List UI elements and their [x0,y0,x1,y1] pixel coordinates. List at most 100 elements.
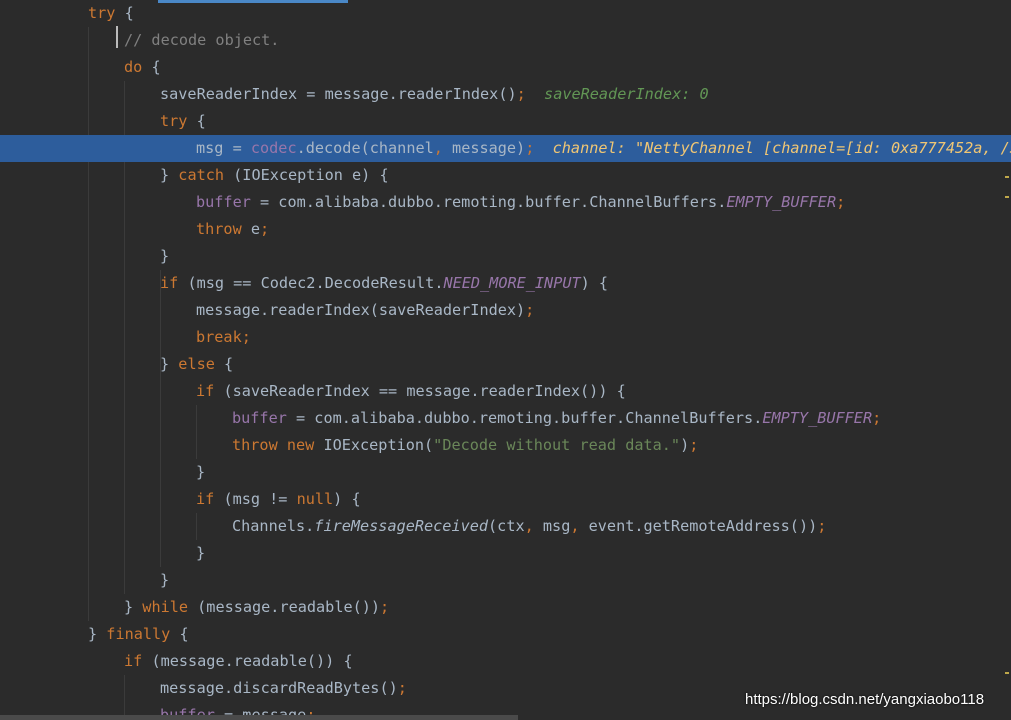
code-token: = com.alibaba.dubbo.remoting.buffer.Chan… [286,409,763,427]
code-token: catch [178,166,225,184]
code-token: } [160,571,170,589]
code-token: IOException( [314,436,434,454]
code-token: null [296,490,334,508]
code-token: "Decode without read data." [433,436,681,454]
code-text: msg = codec.decode(channel, message); ch… [196,135,1011,162]
code-token: (ctx [488,517,525,535]
code-line[interactable]: Channels.fireMessageReceived(ctx, msg, e… [0,513,1011,540]
code-token: } [88,625,107,643]
code-token: (msg != [214,490,297,508]
execution-point-line[interactable]: msg = codec.decode(channel, message); ch… [0,135,1011,162]
code-token: ; [516,85,526,103]
code-line[interactable]: } else { [0,351,1011,378]
code-text: if (saveReaderIndex == message.readerInd… [196,378,626,405]
code-token: try [160,112,188,130]
code-token: break [196,328,242,346]
code-token: EMPTY_BUFFER [726,193,837,211]
code-token: { [214,355,234,373]
code-token: // decode object. [124,31,280,49]
horizontal-scrollbar[interactable] [0,715,518,720]
code-token: ) { [333,490,361,508]
code-token: , [433,139,443,157]
code-token: msg [533,517,571,535]
code-line[interactable]: if (msg == Codec2.DecodeResult.NEED_MORE… [0,270,1011,297]
code-text: try { [160,108,206,135]
code-token: ; [872,409,882,427]
code-line[interactable]: buffer = com.alibaba.dubbo.remoting.buff… [0,405,1011,432]
code-token: .decode(channel [296,139,434,157]
code-line[interactable]: try { [0,108,1011,135]
code-token: } [160,247,170,265]
code-token: ) [680,436,690,454]
code-text: } [196,459,205,486]
code-token: throw [196,220,242,238]
code-token: saveReaderIndex = message.readerIndex() [160,85,517,103]
code-token: ; [397,679,407,697]
code-text: throw e; [196,216,269,243]
code-text: if (msg != null) { [196,486,361,513]
code-token: else [178,355,215,373]
code-text: buffer = com.alibaba.dubbo.remoting.buff… [196,189,845,216]
code-line[interactable]: throw new IOException("Decode without re… [0,432,1011,459]
code-token: message) [442,139,526,157]
code-token: { [187,112,206,130]
code-line[interactable]: } catch (IOException e) { [0,162,1011,189]
code-text: saveReaderIndex = message.readerIndex();… [160,81,709,108]
code-line[interactable]: if (msg != null) { [0,486,1011,513]
code-token: , [524,517,534,535]
code-token: buffer [196,193,251,211]
code-line[interactable]: if (message.readable()) { [0,648,1011,675]
code-line[interactable]: throw e; [0,216,1011,243]
code-line[interactable]: } [0,567,1011,594]
code-token: , [570,517,580,535]
code-text: } while (message.readable()); [124,594,389,621]
code-token: buffer [232,409,287,427]
stripe-mark[interactable] [1005,196,1009,198]
code-text: } [160,243,169,270]
code-line[interactable]: // decode object. [0,27,1011,54]
code-text: } finally { [88,621,189,648]
code-line[interactable]: buffer = com.alibaba.dubbo.remoting.buff… [0,189,1011,216]
code-token: if [160,274,179,292]
code-line[interactable]: } while (message.readable()); [0,594,1011,621]
code-token: e [241,220,261,238]
code-token: (msg == Codec2.DecodeResult. [178,274,444,292]
code-text: Channels.fireMessageReceived(ctx, msg, e… [232,513,826,540]
code-token: { [142,58,161,76]
code-token: ; [260,220,270,238]
code-line[interactable]: } [0,540,1011,567]
error-stripe[interactable] [1005,0,1011,720]
code-line[interactable]: } finally { [0,621,1011,648]
code-token: } [196,544,206,562]
code-line[interactable]: if (saveReaderIndex == message.readerInd… [0,378,1011,405]
code-token: ) { [580,274,609,292]
code-line[interactable]: saveReaderIndex = message.readerIndex();… [0,81,1011,108]
stripe-mark[interactable] [1005,176,1009,178]
code-line[interactable]: do { [0,54,1011,81]
text-caret [116,26,118,48]
code-token: codec [250,139,297,157]
code-token: event.getRemoteAddress()) [579,517,818,535]
code-token: while [142,598,189,616]
code-editor[interactable]: try {// decode object. do {saveReaderInde… [0,0,1011,720]
code-token: ; [241,328,251,346]
code-text: } else { [160,351,233,378]
code-line[interactable]: try { [0,0,1011,27]
code-line[interactable]: message.readerIndex(saveReaderIndex); [0,297,1011,324]
code-token: NEED_MORE_INPUT [443,274,581,292]
code-token: (saveReaderIndex == message.readerIndex(… [214,382,626,400]
code-token: if [196,382,215,400]
code-text: message.discardReadBytes(); [160,675,407,702]
code-line[interactable]: } [0,243,1011,270]
code-token: if [124,652,143,670]
code-token: = com.alibaba.dubbo.remoting.buffer.Chan… [250,193,727,211]
code-token: } [196,463,206,481]
code-line[interactable]: break; [0,324,1011,351]
code-token: ; [689,436,699,454]
code-token: (message.readable()) [188,598,381,616]
code-token: do [124,58,143,76]
code-token: msg = [196,139,251,157]
stripe-mark[interactable] [1005,672,1009,674]
code-text: buffer = com.alibaba.dubbo.remoting.buff… [232,405,881,432]
code-line[interactable]: } [0,459,1011,486]
